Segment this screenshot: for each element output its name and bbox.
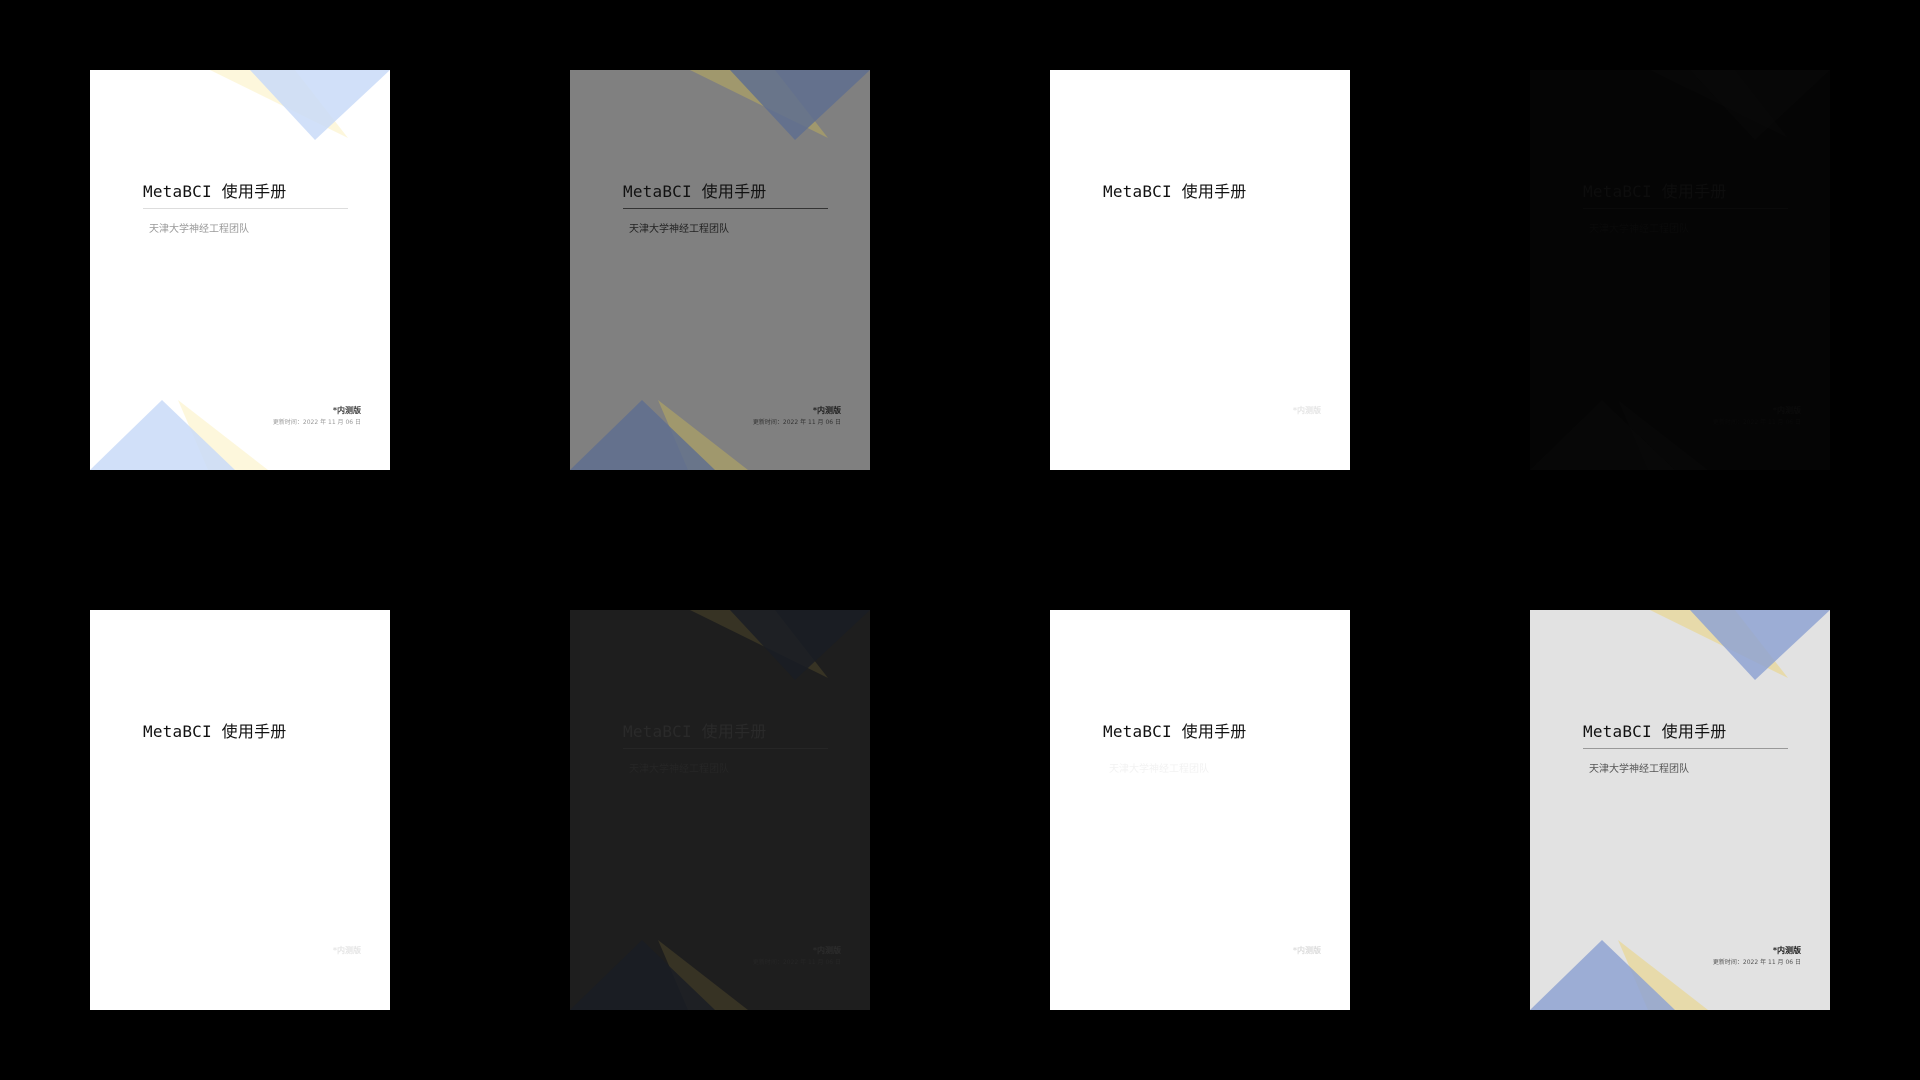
cover-edition: *内测版	[332, 406, 361, 415]
title-divider	[623, 748, 828, 749]
cover-thumbnail[interactable]: MetaBCI 使用手册 天津大学神经工程团队 *内测版 更新时间：2022 年…	[1050, 610, 1350, 1010]
title-divider	[1583, 748, 1788, 749]
title-divider	[623, 208, 828, 209]
cover-title: MetaBCI 使用手册	[1583, 182, 1727, 201]
cover-thumbnail[interactable]: MetaBCI 使用手册 天津大学神经工程团队 *内测版 更新时间：2022 年…	[90, 610, 390, 1010]
title-divider	[143, 748, 348, 749]
cover-thumbnail[interactable]: MetaBCI 使用手册 天津大学神经工程团队 *内测版 更新时间：2022 年…	[1050, 70, 1350, 470]
cover-edition: *内测版	[1292, 406, 1321, 415]
cover-updated-date: 更新时间：2022 年 11 月 06 日	[272, 419, 361, 426]
cover-updated-date: 更新时间：2022 年 11 月 06 日	[272, 959, 361, 966]
cover-thumbnail[interactable]: MetaBCI 使用手册 天津大学神经工程团队 *内测版 更新时间：2022 年…	[1530, 70, 1830, 470]
cover-team: 天津大学神经工程团队	[149, 224, 249, 235]
cover-title: MetaBCI 使用手册	[1103, 722, 1247, 741]
viewer-stage: MetaBCI 使用手册 天津大学神经工程团队 *内测版 更新时间：2022 年…	[0, 0, 1920, 1080]
cover-edition: *内测版	[812, 946, 841, 955]
title-divider	[1103, 748, 1308, 749]
cover-title: MetaBCI 使用手册	[1103, 182, 1247, 201]
cover-title: MetaBCI 使用手册	[1583, 722, 1727, 741]
cover-updated-date: 更新时间：2022 年 11 月 06 日	[752, 419, 841, 426]
cover-updated-date: 更新时间：2022 年 11 月 06 日	[752, 959, 841, 966]
cover-thumbnail[interactable]: MetaBCI 使用手册 天津大学神经工程团队 *内测版 更新时间：2022 年…	[570, 610, 870, 1010]
cover-team: 天津大学神经工程团队	[1589, 764, 1689, 775]
cover-team: 天津大学神经工程团队	[629, 764, 729, 775]
cover-edition: *内测版	[1292, 946, 1321, 955]
cover-thumbnail[interactable]: MetaBCI 使用手册 天津大学神经工程团队 *内测版 更新时间：2022 年…	[1530, 610, 1830, 1010]
cover-team: 天津大学神经工程团队	[1109, 764, 1209, 775]
cover-edition: *内测版	[812, 406, 841, 415]
cover-title: MetaBCI 使用手册	[143, 722, 287, 741]
title-divider	[1583, 208, 1788, 209]
cover-team: 天津大学神经工程团队	[629, 224, 729, 235]
title-divider	[143, 208, 348, 209]
cover-thumbnail[interactable]: MetaBCI 使用手册 天津大学神经工程团队 *内测版 更新时间：2022 年…	[570, 70, 870, 470]
cover-edition: *内测版	[1772, 946, 1801, 955]
title-divider	[1103, 208, 1308, 209]
cover-edition: *内测版	[332, 946, 361, 955]
cover-updated-date: 更新时间：2022 年 11 月 06 日	[1712, 419, 1801, 426]
cover-thumbnail[interactable]: MetaBCI 使用手册 天津大学神经工程团队 *内测版 更新时间：2022 年…	[90, 70, 390, 470]
cover-updated-date: 更新时间：2022 年 11 月 06 日	[1232, 419, 1321, 426]
cover-title: MetaBCI 使用手册	[623, 722, 767, 741]
cover-team: 天津大学神经工程团队	[1589, 224, 1689, 235]
cover-edition: *内测版	[1772, 406, 1801, 415]
cover-title: MetaBCI 使用手册	[623, 182, 767, 201]
cover-updated-date: 更新时间：2022 年 11 月 06 日	[1232, 959, 1321, 966]
cover-title: MetaBCI 使用手册	[143, 182, 287, 201]
cover-updated-date: 更新时间：2022 年 11 月 06 日	[1712, 959, 1801, 966]
